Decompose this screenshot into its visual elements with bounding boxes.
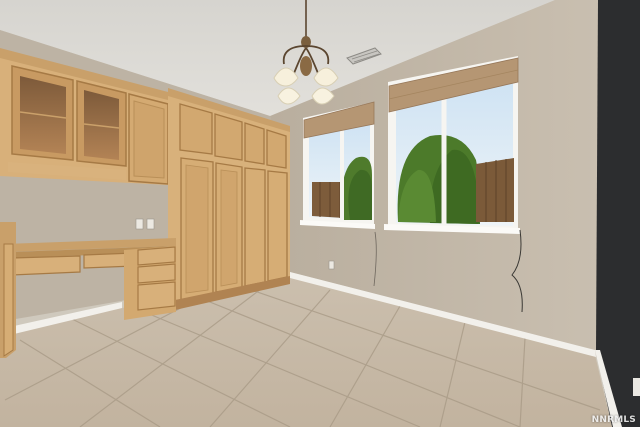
tall-pantry-cabinet	[168, 88, 290, 310]
room-photo-svg	[0, 0, 640, 427]
watermark-logo: NNRMLS	[591, 415, 636, 425]
wall-switch	[633, 378, 640, 396]
room-photo: NNRMLS	[0, 0, 640, 427]
window-left	[300, 101, 375, 229]
window-right	[384, 56, 520, 234]
